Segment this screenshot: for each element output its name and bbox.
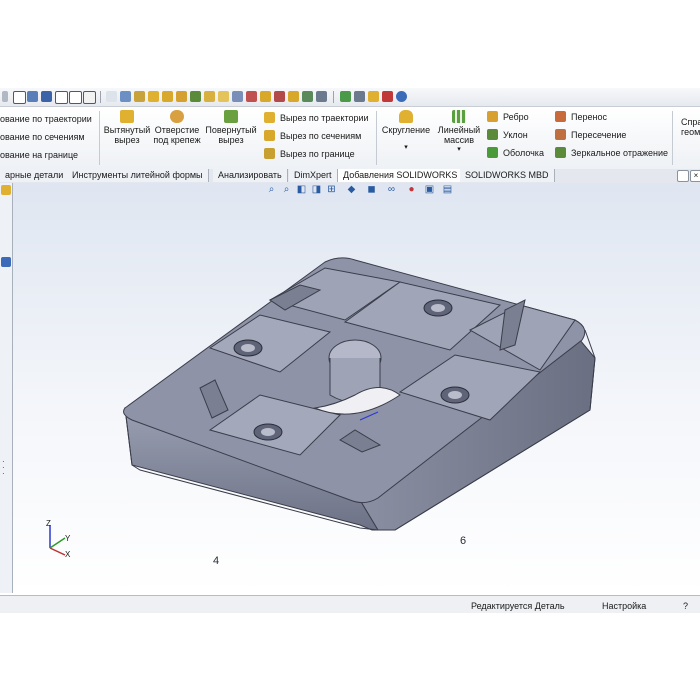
revolved-cut-icon (224, 110, 238, 123)
wireframe-icon[interactable] (69, 91, 82, 104)
part-icon[interactable] (1, 185, 11, 195)
feature-manager-strip: · · · (0, 183, 13, 593)
pattern-icon[interactable] (190, 91, 201, 102)
side-label-left: 4 (213, 555, 220, 567)
draft-icon (487, 129, 498, 140)
edit-appearance-icon[interactable]: ● (406, 184, 417, 195)
status-editing: Редактируется Деталь (471, 601, 565, 611)
axis-icon[interactable] (274, 91, 285, 102)
tab-evaluate[interactable]: Анализировать (213, 169, 288, 182)
section-icon[interactable] (148, 91, 159, 102)
sum-icon[interactable] (232, 91, 243, 102)
side-label-right: 6 (460, 535, 467, 547)
boundary-cut-icon (264, 148, 275, 159)
linear-pattern-button[interactable]: Линейный массив ▾ (434, 110, 484, 155)
ribbon-loft-boss[interactable]: ование по сечениям (0, 132, 85, 142)
move-button[interactable]: Перенос (571, 112, 607, 122)
fillet-button[interactable]: Скругление ▾ (380, 110, 432, 153)
tab-mold-tools[interactable]: Инструменты литейной формы (67, 169, 209, 182)
equation-icon[interactable] (218, 91, 229, 102)
triad-y-label: Y (65, 534, 71, 543)
zoom-icon[interactable] (120, 91, 131, 102)
mate-icon[interactable] (176, 91, 187, 102)
shaded-edges-icon[interactable] (41, 91, 52, 102)
ribbon-sweep-boss[interactable]: ование по траектории (0, 114, 92, 124)
revolved-cut-button[interactable]: Повернутый вырез (204, 110, 258, 145)
hole-icon (170, 110, 184, 123)
appearance-icon[interactable] (396, 91, 407, 102)
tab-dimxpert[interactable]: DimXpert (289, 169, 338, 182)
help-icon[interactable]: ? (683, 601, 688, 611)
spellcheck-icon[interactable] (106, 91, 117, 102)
measure-icon[interactable] (134, 91, 145, 102)
tab-weldments[interactable]: арные детали (0, 169, 70, 182)
sketch-icon[interactable] (162, 91, 173, 102)
collapse-handle[interactable]: · · · (2, 458, 10, 479)
perspective-icon[interactable] (83, 91, 96, 104)
solidworks-window: ование по траектории ование по сечениям … (0, 88, 700, 613)
linear-pattern-icon (452, 110, 466, 123)
move-body-icon (555, 111, 566, 122)
view-box-icon[interactable] (13, 91, 26, 104)
graphics-area[interactable]: 4 6 X Y Z (13, 183, 700, 593)
intersect-icon (555, 129, 566, 140)
mirror-icon (555, 147, 566, 158)
mirror-button[interactable]: Зеркальное отражение (571, 148, 668, 158)
rib-icon (487, 111, 498, 122)
tab-mbd[interactable]: SOLIDWORKS MBD (460, 169, 555, 182)
sweep-cut-button[interactable]: Вырез по траектории (280, 113, 369, 123)
command-tabs: арные детали Инструменты литейной формы … (0, 169, 700, 184)
status-bar: Редактируется Деталь Настройка ? (0, 595, 700, 613)
extruded-cut-icon (120, 110, 134, 123)
previous-view-icon[interactable]: ◧ (296, 184, 307, 195)
loft-cut-icon (264, 130, 275, 141)
options-icon[interactable] (368, 91, 379, 102)
color-icon[interactable] (382, 91, 393, 102)
reference-icon[interactable] (246, 91, 257, 102)
triad-x-label: X (65, 550, 71, 559)
tab-addins[interactable]: Добавления SOLIDWORKS (338, 169, 464, 182)
status-settings[interactable]: Настройка (602, 601, 646, 611)
orientation-triad (49, 525, 66, 556)
section-view-icon[interactable]: ◨ (311, 184, 322, 195)
intersect-button[interactable]: Пересечение (571, 130, 626, 140)
view-settings-icon[interactable]: ▤ (442, 184, 453, 195)
quick-toolbar (0, 88, 700, 107)
filter-icon[interactable] (1, 257, 11, 267)
scene-icon[interactable]: ▣ (424, 184, 435, 195)
rib-button[interactable]: Ребро (503, 112, 529, 122)
rebuild-icon[interactable] (354, 91, 365, 102)
command-manager: ование по траектории ование по сечениям … (0, 107, 700, 170)
minimize-icon[interactable] (677, 170, 689, 182)
boundary-cut-button[interactable]: Вырез по границе (280, 149, 355, 159)
ribbon-boundary-boss[interactable]: ование на границе (0, 150, 78, 160)
check-icon[interactable] (204, 91, 215, 102)
reference-geometry-button[interactable]: Спра геом (681, 117, 700, 137)
grid-icon[interactable] (316, 91, 327, 102)
coordinate-icon[interactable] (288, 91, 299, 102)
instant3d-icon[interactable] (340, 91, 351, 102)
move-icon[interactable] (302, 91, 313, 102)
hidden-lines-icon[interactable] (55, 91, 68, 104)
shell-button[interactable]: Оболочка (503, 148, 544, 158)
loft-cut-button[interactable]: Вырез по сечениям (280, 131, 361, 141)
zoom-to-area-icon[interactable]: ⌕ (281, 184, 292, 195)
zoom-to-fit-icon[interactable]: ⌕ (266, 184, 277, 195)
hide-show-icon[interactable]: ∞ (386, 184, 397, 195)
point-icon[interactable] (260, 91, 271, 102)
close-icon[interactable]: × (690, 170, 700, 182)
view-orientation-icon[interactable]: ◆ (346, 184, 357, 195)
mold-part-model[interactable] (13, 183, 700, 593)
extruded-cut-button[interactable]: Вытянутый вырез (102, 110, 152, 145)
arrow-icon[interactable] (2, 91, 8, 102)
display-style-icon[interactable]: ◼ (366, 184, 377, 195)
hole-wizard-button[interactable]: Отверстие под крепеж (152, 110, 202, 145)
shell-icon (487, 147, 498, 158)
fillet-icon (399, 110, 413, 123)
shaded-view-icon[interactable] (27, 91, 38, 102)
triad-z-label: Z (46, 519, 51, 528)
draft-button[interactable]: Уклон (503, 130, 528, 140)
sweep-cut-icon (264, 112, 275, 123)
dynamic-annotation-icon[interactable]: ⊞ (326, 184, 337, 195)
